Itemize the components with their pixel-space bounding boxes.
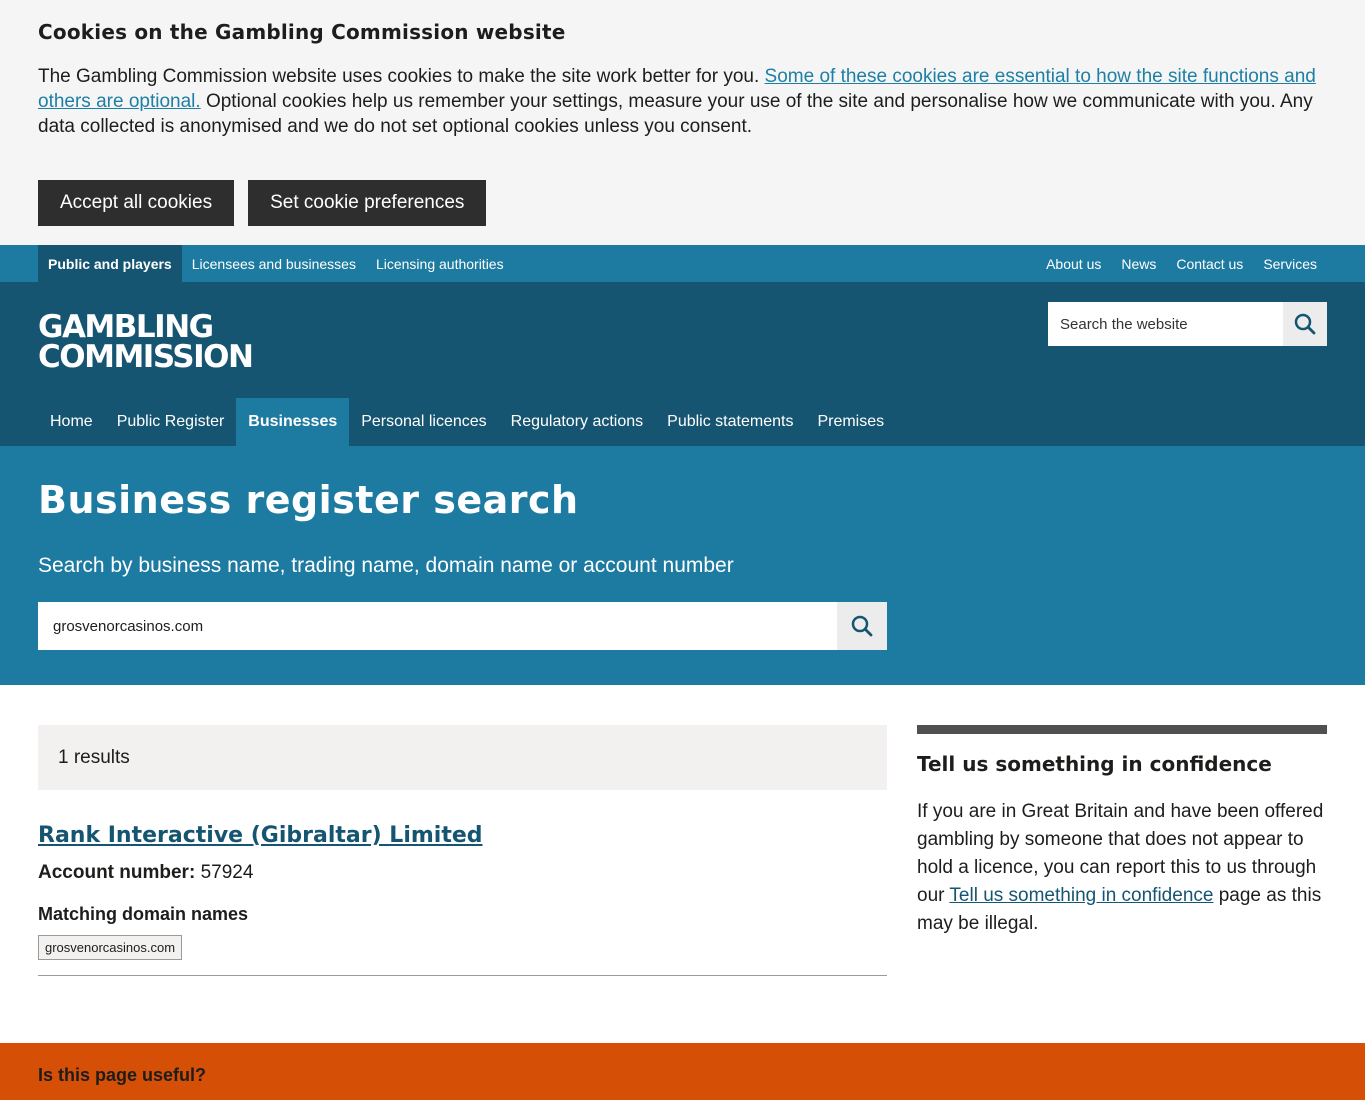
results-count: 1 results [38, 725, 887, 790]
nav-public-statements[interactable]: Public statements [655, 398, 805, 446]
audience-public-and-players[interactable]: Public and players [38, 245, 182, 282]
services-link[interactable]: Services [1253, 245, 1327, 282]
nav-businesses[interactable]: Businesses [236, 398, 350, 446]
cookie-text-after: Optional cookies help us remember your s… [38, 91, 1313, 137]
about-us-link[interactable]: About us [1036, 245, 1111, 282]
feedback-bar: Is this page useful? [0, 1043, 1365, 1100]
contact-us-link[interactable]: Contact us [1166, 245, 1253, 282]
audience-bar: Public and players Licensees and busines… [0, 245, 1365, 282]
nav-home[interactable]: Home [38, 398, 105, 446]
tell-us-link[interactable]: Tell us something in confidence [949, 885, 1213, 906]
logo-line-2: COMMISSION [38, 339, 254, 375]
audience-links: Public and players Licensees and busines… [38, 245, 514, 282]
cookie-buttons: Accept all cookies Set cookie preference… [38, 180, 1327, 226]
utility-links: About us News Contact us Services [1036, 245, 1327, 282]
audience-licensees-and-businesses[interactable]: Licensees and businesses [182, 245, 366, 282]
accept-all-cookies-button[interactable]: Accept all cookies [38, 180, 235, 226]
search-icon [851, 615, 873, 637]
nav-personal-licences[interactable]: Personal licences [349, 398, 498, 446]
page-title: Business register search [38, 478, 579, 522]
nav-regulatory-actions[interactable]: Regulatory actions [499, 398, 656, 446]
main-nav: Home Public Register Businesses Personal… [38, 398, 896, 446]
result-business-name-link[interactable]: Rank Interactive (Gibraltar) Limited [38, 823, 483, 848]
results-column: 1 results Rank Interactive (Gibraltar) L… [38, 725, 887, 1043]
register-search [38, 602, 887, 650]
cookie-banner-title: Cookies on the Gambling Commission websi… [38, 20, 566, 44]
gambling-commission-logo[interactable]: GAMBLING COMMISSION [38, 309, 254, 375]
cookie-text-before: The Gambling Commission website uses coo… [38, 66, 765, 87]
account-number-value: 57924 [200, 862, 254, 883]
set-cookie-preferences-button[interactable]: Set cookie preferences [248, 180, 487, 226]
logo-line-1: GAMBLING [38, 309, 214, 345]
register-search-input[interactable] [38, 602, 837, 650]
nav-premises[interactable]: Premises [805, 398, 896, 446]
site-search [1048, 302, 1327, 346]
site-search-input[interactable] [1048, 302, 1283, 346]
news-link[interactable]: News [1111, 245, 1166, 282]
search-hero: Business register search Search by busin… [0, 446, 1365, 685]
site-header: GAMBLING COMMISSION Home Public Register… [0, 282, 1365, 446]
result-item: Rank Interactive (Gibraltar) Limited Acc… [38, 823, 887, 976]
search-hint: Search by business name, trading name, d… [38, 554, 734, 577]
search-icon [1294, 313, 1316, 335]
main-content: 1 results Rank Interactive (Gibraltar) L… [0, 685, 1365, 1043]
feedback-question: Is this page useful? [38, 1065, 207, 1085]
site-search-button[interactable] [1283, 302, 1327, 346]
account-number-label: Account number: [38, 862, 196, 883]
sidebar-top-bar [917, 725, 1327, 734]
domain-tag: grosvenorcasinos.com [38, 935, 183, 960]
matching-domains-heading: Matching domain names [38, 904, 249, 924]
result-account: Account number: 57924 [38, 862, 887, 884]
cookie-banner-text: The Gambling Commission website uses coo… [38, 64, 1327, 139]
audience-licensing-authorities[interactable]: Licensing authorities [366, 245, 514, 282]
register-search-button[interactable] [837, 602, 887, 650]
confidence-sidebar: Tell us something in confidence If you a… [917, 725, 1327, 1043]
sidebar-text: If you are in Great Britain and have bee… [917, 798, 1327, 938]
sidebar-title: Tell us something in confidence [917, 752, 1272, 776]
nav-public-register[interactable]: Public Register [105, 398, 237, 446]
cookie-banner: Cookies on the Gambling Commission websi… [0, 0, 1365, 245]
